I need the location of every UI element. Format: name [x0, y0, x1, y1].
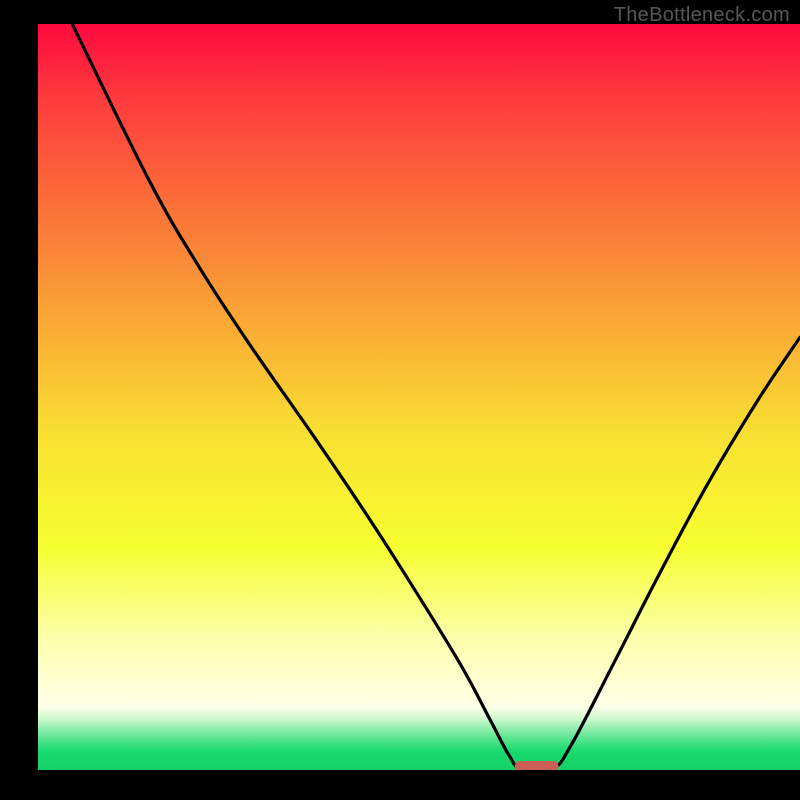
watermark-text: TheBottleneck.com: [614, 4, 790, 27]
plot-background: [38, 24, 800, 770]
bottleneck-chart: [0, 0, 800, 800]
chart-frame: TheBottleneck.com: [0, 0, 800, 800]
min-marker: [515, 761, 558, 772]
